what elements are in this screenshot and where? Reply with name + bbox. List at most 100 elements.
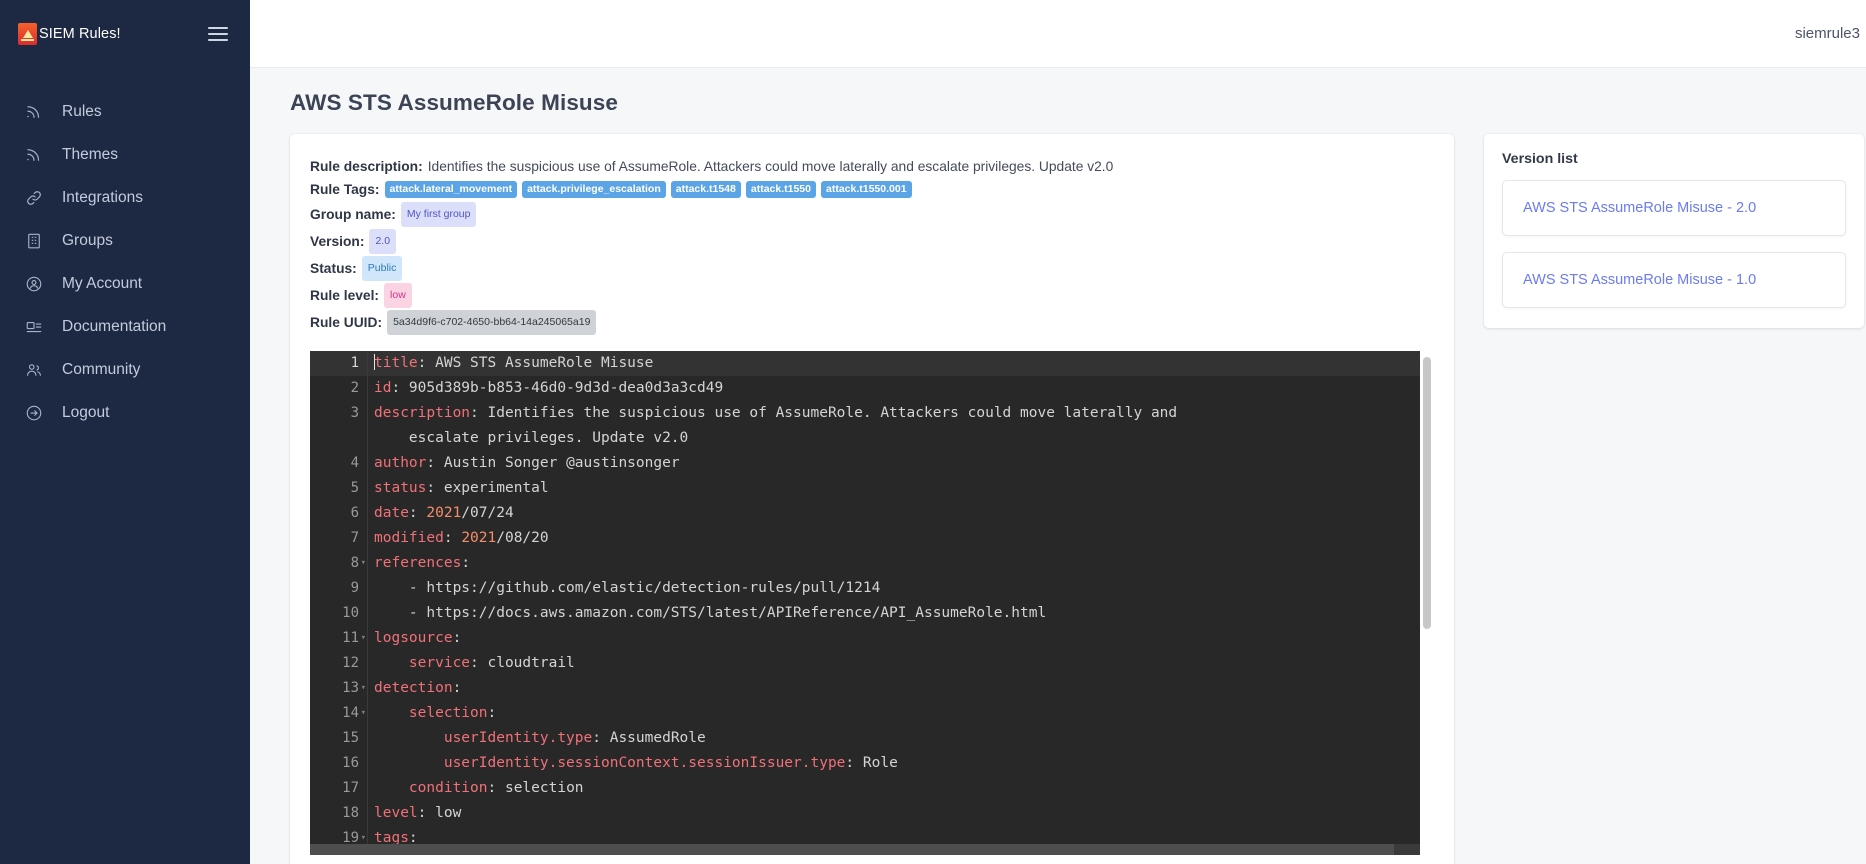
rule-tag[interactable]: attack.t1548 (671, 181, 741, 198)
code-token: userIdentity.type (444, 730, 592, 746)
fold-arrow-icon[interactable]: ▾ (361, 701, 366, 726)
sidebar-item-label: Groups (62, 232, 113, 250)
code-token: : (453, 680, 462, 696)
rule-tag[interactable]: attack.privilege_escalation (522, 181, 666, 198)
editor-code-line[interactable]: id: 905d389b-b853-46d0-9d3d-dea0d3a3cd49 (368, 376, 1434, 401)
group-badge[interactable]: My first group (401, 202, 477, 227)
sidebar-item-community[interactable]: Community (0, 348, 250, 391)
meta-row-group: Group name: My first group (310, 202, 1434, 227)
brand[interactable]: SIEM Rules! (18, 23, 121, 45)
editor-code-line[interactable]: author: Austin Songer @austinsonger (368, 451, 1434, 476)
editor-code-line[interactable]: date: 2021/07/24 (368, 501, 1434, 526)
hamburger-menu-icon[interactable] (208, 23, 228, 45)
sidebar-item-themes[interactable]: Themes (0, 133, 250, 176)
code-token: userIdentity.sessionContext.sessionIssue… (444, 755, 846, 771)
rule-level-badge: low (384, 283, 412, 308)
rule-detail-card: Rule description: Identifies the suspici… (290, 134, 1454, 864)
code-token: modified (374, 530, 444, 546)
editor-horizontal-scrollbar[interactable] (310, 844, 1420, 855)
code-token: logsource (374, 630, 453, 646)
editor-line-number: 7 (310, 526, 367, 551)
building-icon (24, 231, 44, 251)
yaml-code-editor[interactable]: 12345678▾91011▾1213▾14▾1516171819▾ title… (310, 351, 1434, 855)
meta-row-level: Rule level: low (310, 283, 1434, 308)
main-area: siemrule3 AWS STS AssumeRole Misuse Rule… (250, 0, 1866, 864)
editor-horizontal-scroll-thumb[interactable] (310, 844, 1394, 855)
meta-row-uuid: Rule UUID: 5a34d9f6-c702-4650-bb64-14a24… (310, 310, 1434, 335)
editor-line-number: 5 (310, 476, 367, 501)
editor-line-number: 9 (310, 576, 367, 601)
fold-arrow-icon[interactable]: ▾ (361, 626, 366, 651)
code-token: : cloudtrail (470, 655, 575, 671)
editor-code-line[interactable]: references: (368, 551, 1434, 576)
editor-code-line[interactable]: userIdentity.sessionContext.sessionIssue… (368, 751, 1434, 776)
editor-code-line[interactable]: - https://github.com/elastic/detection-r… (368, 576, 1434, 601)
editor-code-line[interactable]: detection: (368, 676, 1434, 701)
version-link[interactable]: AWS STS AssumeRole Misuse - 2.0 (1523, 200, 1756, 216)
code-token: 2021 (461, 530, 496, 546)
sidebar-item-label: Integrations (62, 189, 143, 207)
user-menu-label: siemrule3 (1795, 25, 1860, 42)
topbar: siemrule3 (250, 0, 1866, 68)
sidebar-item-label: Rules (62, 103, 102, 121)
rule-tag[interactable]: attack.t1550 (746, 181, 816, 198)
sidebar-item-documentation[interactable]: Documentation (0, 305, 250, 348)
sidebar-item-integrations[interactable]: Integrations (0, 176, 250, 219)
code-token: detection (374, 680, 453, 696)
sidebar: SIEM Rules! Rules (0, 0, 250, 864)
sidebar-item-rules[interactable]: Rules (0, 90, 250, 133)
sidebar-item-label: My Account (62, 275, 142, 293)
editor-code-line[interactable]: logsource: (368, 626, 1434, 651)
brand-label: SIEM Rules! (39, 26, 121, 42)
sidebar-item-groups[interactable]: Groups (0, 219, 250, 262)
code-token: condition (409, 780, 488, 796)
meta-row-version: Version: 2.0 (310, 229, 1434, 254)
editor-vertical-scrollbar[interactable] (1420, 351, 1434, 855)
editor-code-line[interactable]: service: cloudtrail (368, 651, 1434, 676)
code-token: 2021 (426, 505, 461, 521)
editor-vertical-scroll-thumb[interactable] (1423, 357, 1431, 629)
version-list-item[interactable]: AWS STS AssumeRole Misuse - 2.0 (1502, 180, 1846, 236)
version-link[interactable]: AWS STS AssumeRole Misuse - 1.0 (1523, 272, 1756, 288)
sidebar-item-label: Community (62, 361, 140, 379)
code-token: description (374, 405, 470, 421)
editor-code-line[interactable]: userIdentity.type: AssumedRole (368, 726, 1434, 751)
code-token: : selection (488, 780, 584, 796)
rss-icon (24, 102, 44, 122)
editor-code-line[interactable]: status: experimental (368, 476, 1434, 501)
editor-line-number: 17 (310, 776, 367, 801)
editor-code-line[interactable]: title: AWS STS AssumeRole Misuse (368, 351, 1434, 376)
version-list-item[interactable]: AWS STS AssumeRole Misuse - 1.0 (1502, 252, 1846, 308)
fold-arrow-icon[interactable]: ▾ (361, 551, 366, 576)
editor-code-line[interactable]: level: low (368, 801, 1434, 826)
editor-code-line[interactable]: escalate privileges. Update v2.0 (368, 426, 1434, 451)
editor-code-line[interactable]: - https://docs.aws.amazon.com/STS/latest… (368, 601, 1434, 626)
meta-value-description: Identifies the suspicious use of AssumeR… (428, 156, 1114, 177)
editor-code-line[interactable]: modified: 2021/08/20 (368, 526, 1434, 551)
rule-tag[interactable]: attack.lateral_movement (385, 181, 518, 198)
user-menu[interactable]: siemrule3 (1795, 25, 1866, 42)
rss-icon (24, 145, 44, 165)
code-token: selection (409, 705, 488, 721)
code-token: id (374, 380, 391, 396)
code-token: : (453, 630, 462, 646)
user-circle-icon (24, 274, 44, 294)
sidebar-item-my-account[interactable]: My Account (0, 262, 250, 305)
version-list-title: Version list (1502, 151, 1846, 167)
sidebar-item-logout[interactable]: Logout (0, 391, 250, 434)
code-token: author (374, 455, 426, 471)
editor-line-number: 1 (310, 351, 367, 376)
fold-arrow-icon[interactable]: ▾ (361, 676, 366, 701)
editor-code-line[interactable]: condition: selection (368, 776, 1434, 801)
code-token (374, 730, 444, 746)
code-token: /08/20 (496, 530, 548, 546)
editor-code-line[interactable]: selection: (368, 701, 1434, 726)
sidebar-header: SIEM Rules! (0, 0, 250, 68)
code-token: - https://github.com/elastic/detection-r… (374, 580, 880, 596)
editor-code-line[interactable]: description: Identifies the suspicious u… (368, 401, 1434, 426)
rule-tag[interactable]: attack.t1550.001 (821, 181, 912, 198)
code-token: : low (418, 805, 462, 821)
editor-line-number: 2 (310, 376, 367, 401)
version-badge: 2.0 (369, 229, 396, 254)
editor-code[interactable]: title: AWS STS AssumeRole Misuseid: 905d… (367, 351, 1434, 855)
